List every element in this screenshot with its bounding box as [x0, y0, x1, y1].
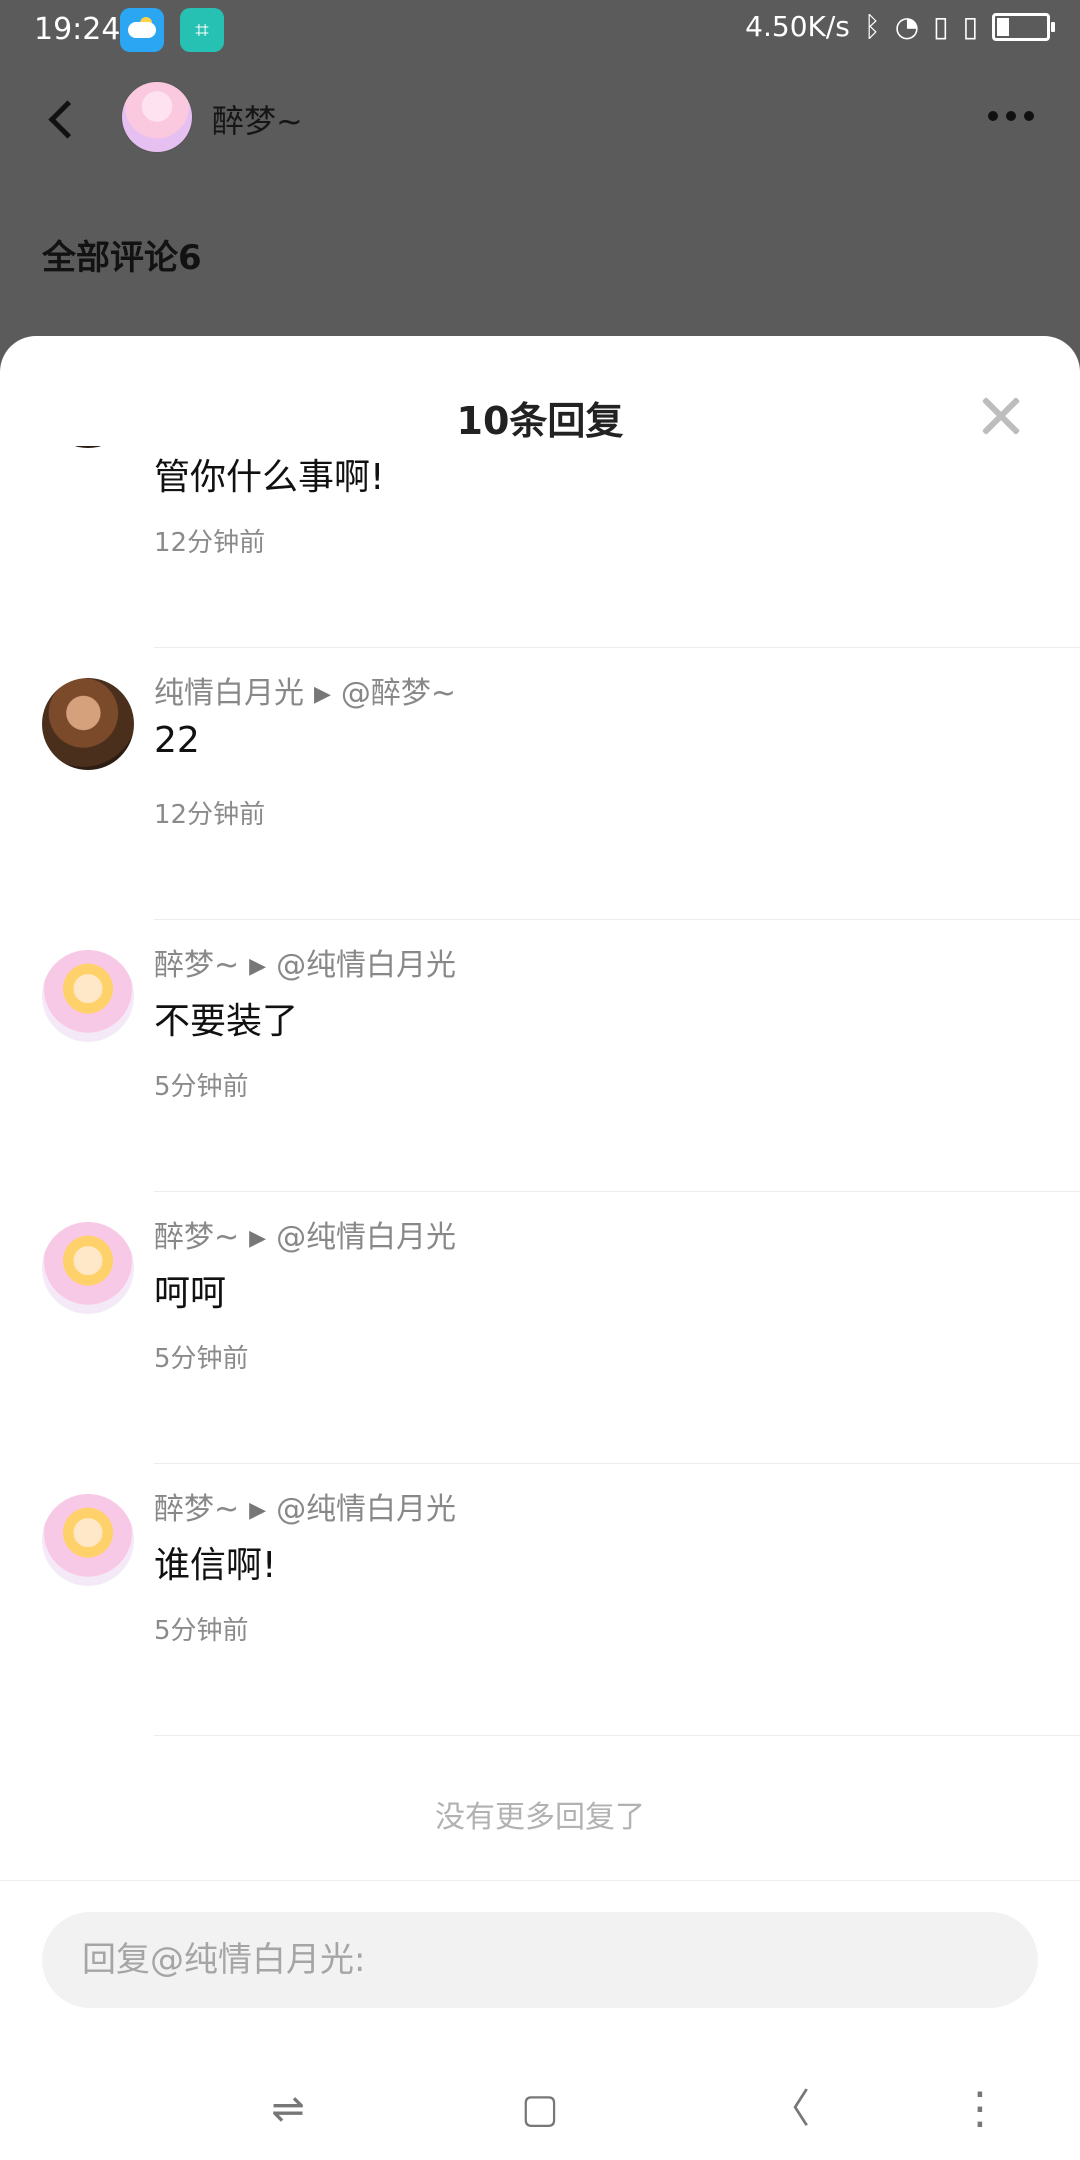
list-item[interactable]: 纯情白月光 ▶ @醉梦~ 22 12分钟前 — [0, 648, 1080, 920]
reply-author[interactable]: 醉梦~ — [154, 1220, 239, 1255]
reply-meta: 醉梦~ ▶ @纯情白月光 — [154, 940, 456, 984]
avatar[interactable] — [42, 678, 134, 770]
reply-meta: 醉梦~ ▶ @纯情白月光 — [154, 1484, 456, 1528]
arrow-right-icon: ▶ — [314, 682, 331, 707]
menu-icon[interactable]: ⋮ — [950, 2084, 1010, 2134]
reply-meta: 醉梦~ ▶ @纯情白月光 — [154, 1212, 456, 1256]
net-speed: 4.50K/s — [745, 10, 850, 43]
reply-time: 5分钟前 — [154, 1616, 249, 1646]
reply-list[interactable]: 管你什么事啊! 12分钟前 纯情白月光 ▶ @醉梦~ 22 12分钟前 醉梦~ ▶ @纯… — [0, 446, 1080, 1746]
reply-text: 不要装了 — [154, 1001, 299, 1042]
divider — [0, 1880, 1080, 1881]
list-item[interactable]: 醉梦~ ▶ @纯情白月光 呵呵 5分钟前 — [0, 1192, 1080, 1464]
avatar[interactable] — [42, 446, 134, 448]
reply-time: 5分钟前 — [154, 1072, 249, 1102]
reply-target[interactable]: @纯情白月光 — [276, 1220, 456, 1255]
sheet-title: 10条回复 — [456, 399, 624, 443]
reply-text: 谁信啊! — [154, 1545, 277, 1586]
status-bar: 19:24 ⌗ 4.50K/s ᛒ ◔ ▯ ▯ — [0, 0, 1080, 62]
list-item[interactable]: 管你什么事啊! 12分钟前 — [0, 446, 1080, 648]
avatar[interactable] — [42, 1494, 134, 1586]
wifi-icon: ◔ — [894, 10, 920, 43]
status-time: 19:24 — [34, 12, 121, 47]
arrow-right-icon: ▶ — [249, 1498, 267, 1523]
reply-time: 12分钟前 — [154, 800, 266, 830]
reply-target[interactable]: @醉梦~ — [341, 676, 456, 711]
avatar[interactable] — [122, 82, 192, 152]
divider — [154, 1735, 1080, 1736]
sim-icon: ▯ — [933, 10, 949, 43]
reply-meta: 纯情白月光 ▶ @醉梦~ — [154, 668, 456, 712]
scan-app-icon: ⌗ — [180, 8, 224, 52]
reply-input[interactable]: 回复@纯情白月光: — [42, 1912, 1038, 2008]
reply-time: 5分钟前 — [154, 1344, 249, 1374]
reply-author[interactable]: 纯情白月光 — [154, 676, 304, 711]
switch-apps-icon[interactable]: ⇌ — [258, 2084, 318, 2134]
section-title: 全部评论6 — [42, 238, 202, 278]
reply-target[interactable]: @纯情白月光 — [276, 948, 456, 983]
back-button[interactable] — [40, 96, 84, 148]
battery-icon — [992, 12, 1055, 41]
sim-icon: ▯ — [962, 10, 978, 43]
list-item[interactable]: 醉梦~ ▶ @纯情白月光 谁信啊! 5分钟前 — [0, 1464, 1080, 1736]
replies-sheet: 10条回复 管你什么事啊! 12分钟前 纯情白月光 ▶ @醉梦~ 22 12分钟前 … — [0, 336, 1080, 2160]
reply-text: 管你什么事啊! — [154, 457, 385, 498]
reply-author[interactable]: 醉梦~ — [154, 948, 239, 983]
reply-author[interactable]: 醉梦~ — [154, 1492, 239, 1527]
weather-app-icon — [120, 8, 164, 52]
status-right: 4.50K/s ᛒ ◔ ▯ ▯ — [745, 10, 1055, 43]
navigation-bar: ⇌ ▢ 〈 ⋮ — [0, 2050, 1080, 2160]
reply-text: 22 — [154, 720, 200, 761]
bluetooth-icon: ᛒ — [863, 10, 881, 43]
home-icon[interactable]: ▢ — [510, 2084, 570, 2134]
reply-text: 呵呵 — [154, 1273, 227, 1314]
more-options-icon[interactable] — [988, 104, 1044, 128]
back-icon[interactable]: 〈 — [760, 2084, 820, 2134]
user-name[interactable]: 醉梦~ — [212, 96, 303, 142]
reply-time: 12分钟前 — [154, 528, 266, 558]
close-icon[interactable] — [980, 396, 1020, 436]
avatar[interactable] — [42, 950, 134, 1042]
arrow-right-icon: ▶ — [249, 954, 267, 979]
avatar[interactable] — [42, 1222, 134, 1314]
arrow-right-icon: ▶ — [249, 1226, 267, 1251]
no-more-replies: 没有更多回复了 — [435, 1800, 645, 1835]
list-item[interactable]: 醉梦~ ▶ @纯情白月光 不要装了 5分钟前 — [0, 920, 1080, 1192]
reply-target[interactable]: @纯情白月光 — [276, 1492, 456, 1527]
